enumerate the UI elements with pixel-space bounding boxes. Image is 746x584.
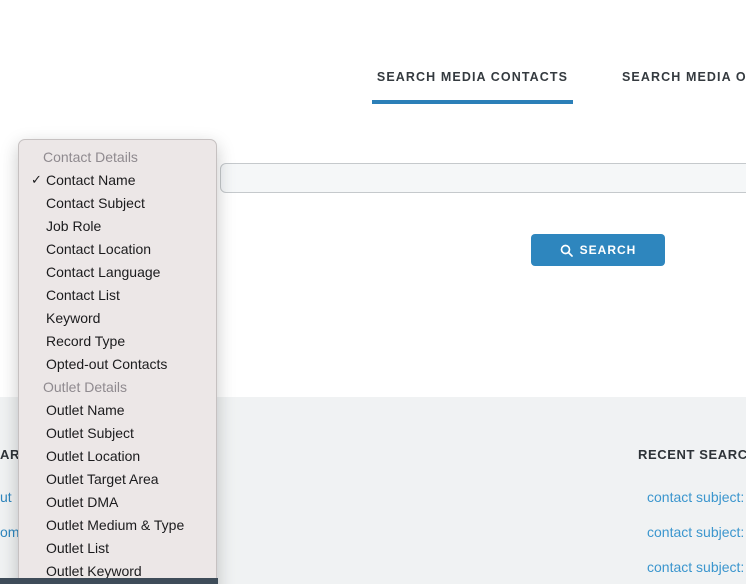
dropdown-item-contact-name[interactable]: ✓Contact Name [19,168,216,191]
dropdown-item-outlet-medium-type[interactable]: Outlet Medium & Type [19,513,216,536]
active-tab-underline [372,100,573,104]
dropdown-item-contact-subject[interactable]: Contact Subject [19,191,216,214]
dropdown-item-label: Opted-out Contacts [46,356,167,372]
dropdown-item-label: Contact Name [46,172,135,188]
recent-search-link[interactable]: contact subject: [647,559,744,575]
dropdown-item-contact-list[interactable]: Contact List [19,283,216,306]
dropdown-item-outlet-location[interactable]: Outlet Location [19,444,216,467]
dropdown-item-label: Contact Location [46,241,151,257]
dropdown-item-record-type[interactable]: Record Type [19,329,216,352]
dropdown-item-label: Outlet Location [46,448,140,464]
search-input[interactable] [220,163,746,193]
dropdown-item-label: Contact List [46,287,120,303]
recent-search-link[interactable]: contact subject: [647,489,744,505]
recent-searches-heading: RECENT SEARCH [638,447,746,462]
magnifier-icon [560,244,573,257]
dropdown-item-contact-language[interactable]: Contact Language [19,260,216,283]
dropdown-item-label: Contact Language [46,264,160,280]
dropdown-item-opted-out-contacts[interactable]: Opted-out Contacts [19,352,216,375]
dropdown-item-label: Outlet Medium & Type [46,517,184,533]
dropdown-item-label: Outlet Name [46,402,125,418]
dropdown-item-label: Outlet DMA [46,494,118,510]
dropdown-item-label: Outlet List [46,540,109,556]
dropdown-section-header: Contact Details [19,145,216,168]
dropdown-item-outlet-subject[interactable]: Outlet Subject [19,421,216,444]
dropdown-item-keyword[interactable]: Keyword [19,306,216,329]
saved-search-link-fragment[interactable]: ut [0,489,12,505]
dropdown-item-label: Job Role [46,218,101,234]
dropdown-item-label: Outlet Target Area [46,471,159,487]
screen: SEARCH MEDIA CONTACTS SEARCH MEDIA OUT S… [0,0,746,584]
search-field-type-dropdown: Contact Details✓Contact NameContact Subj… [18,139,217,584]
tab-search-media-contacts[interactable]: SEARCH MEDIA CONTACTS [372,70,573,84]
recent-search-link[interactable]: contact subject: [647,524,744,540]
bottom-edge-bar [0,578,218,584]
dropdown-item-outlet-dma[interactable]: Outlet DMA [19,490,216,513]
search-button-label: SEARCH [580,243,637,257]
dropdown-item-outlet-target-area[interactable]: Outlet Target Area [19,467,216,490]
dropdown-item-label: Outlet Keyword [46,563,142,579]
dropdown-section-header: Outlet Details [19,375,216,398]
dropdown-item-label: Contact Subject [46,195,145,211]
dropdown-item-label: Outlet Subject [46,425,134,441]
dropdown-item-job-role[interactable]: Job Role [19,214,216,237]
dropdown-item-outlet-name[interactable]: Outlet Name [19,398,216,421]
dropdown-item-label: Keyword [46,310,100,326]
search-button[interactable]: SEARCH [531,234,665,266]
dropdown-item-label: Record Type [46,333,125,349]
checkmark-icon: ✓ [19,172,46,188]
tab-search-media-outlets[interactable]: SEARCH MEDIA OUT [622,70,746,84]
dropdown-item-contact-location[interactable]: Contact Location [19,237,216,260]
dropdown-item-outlet-list[interactable]: Outlet List [19,536,216,559]
